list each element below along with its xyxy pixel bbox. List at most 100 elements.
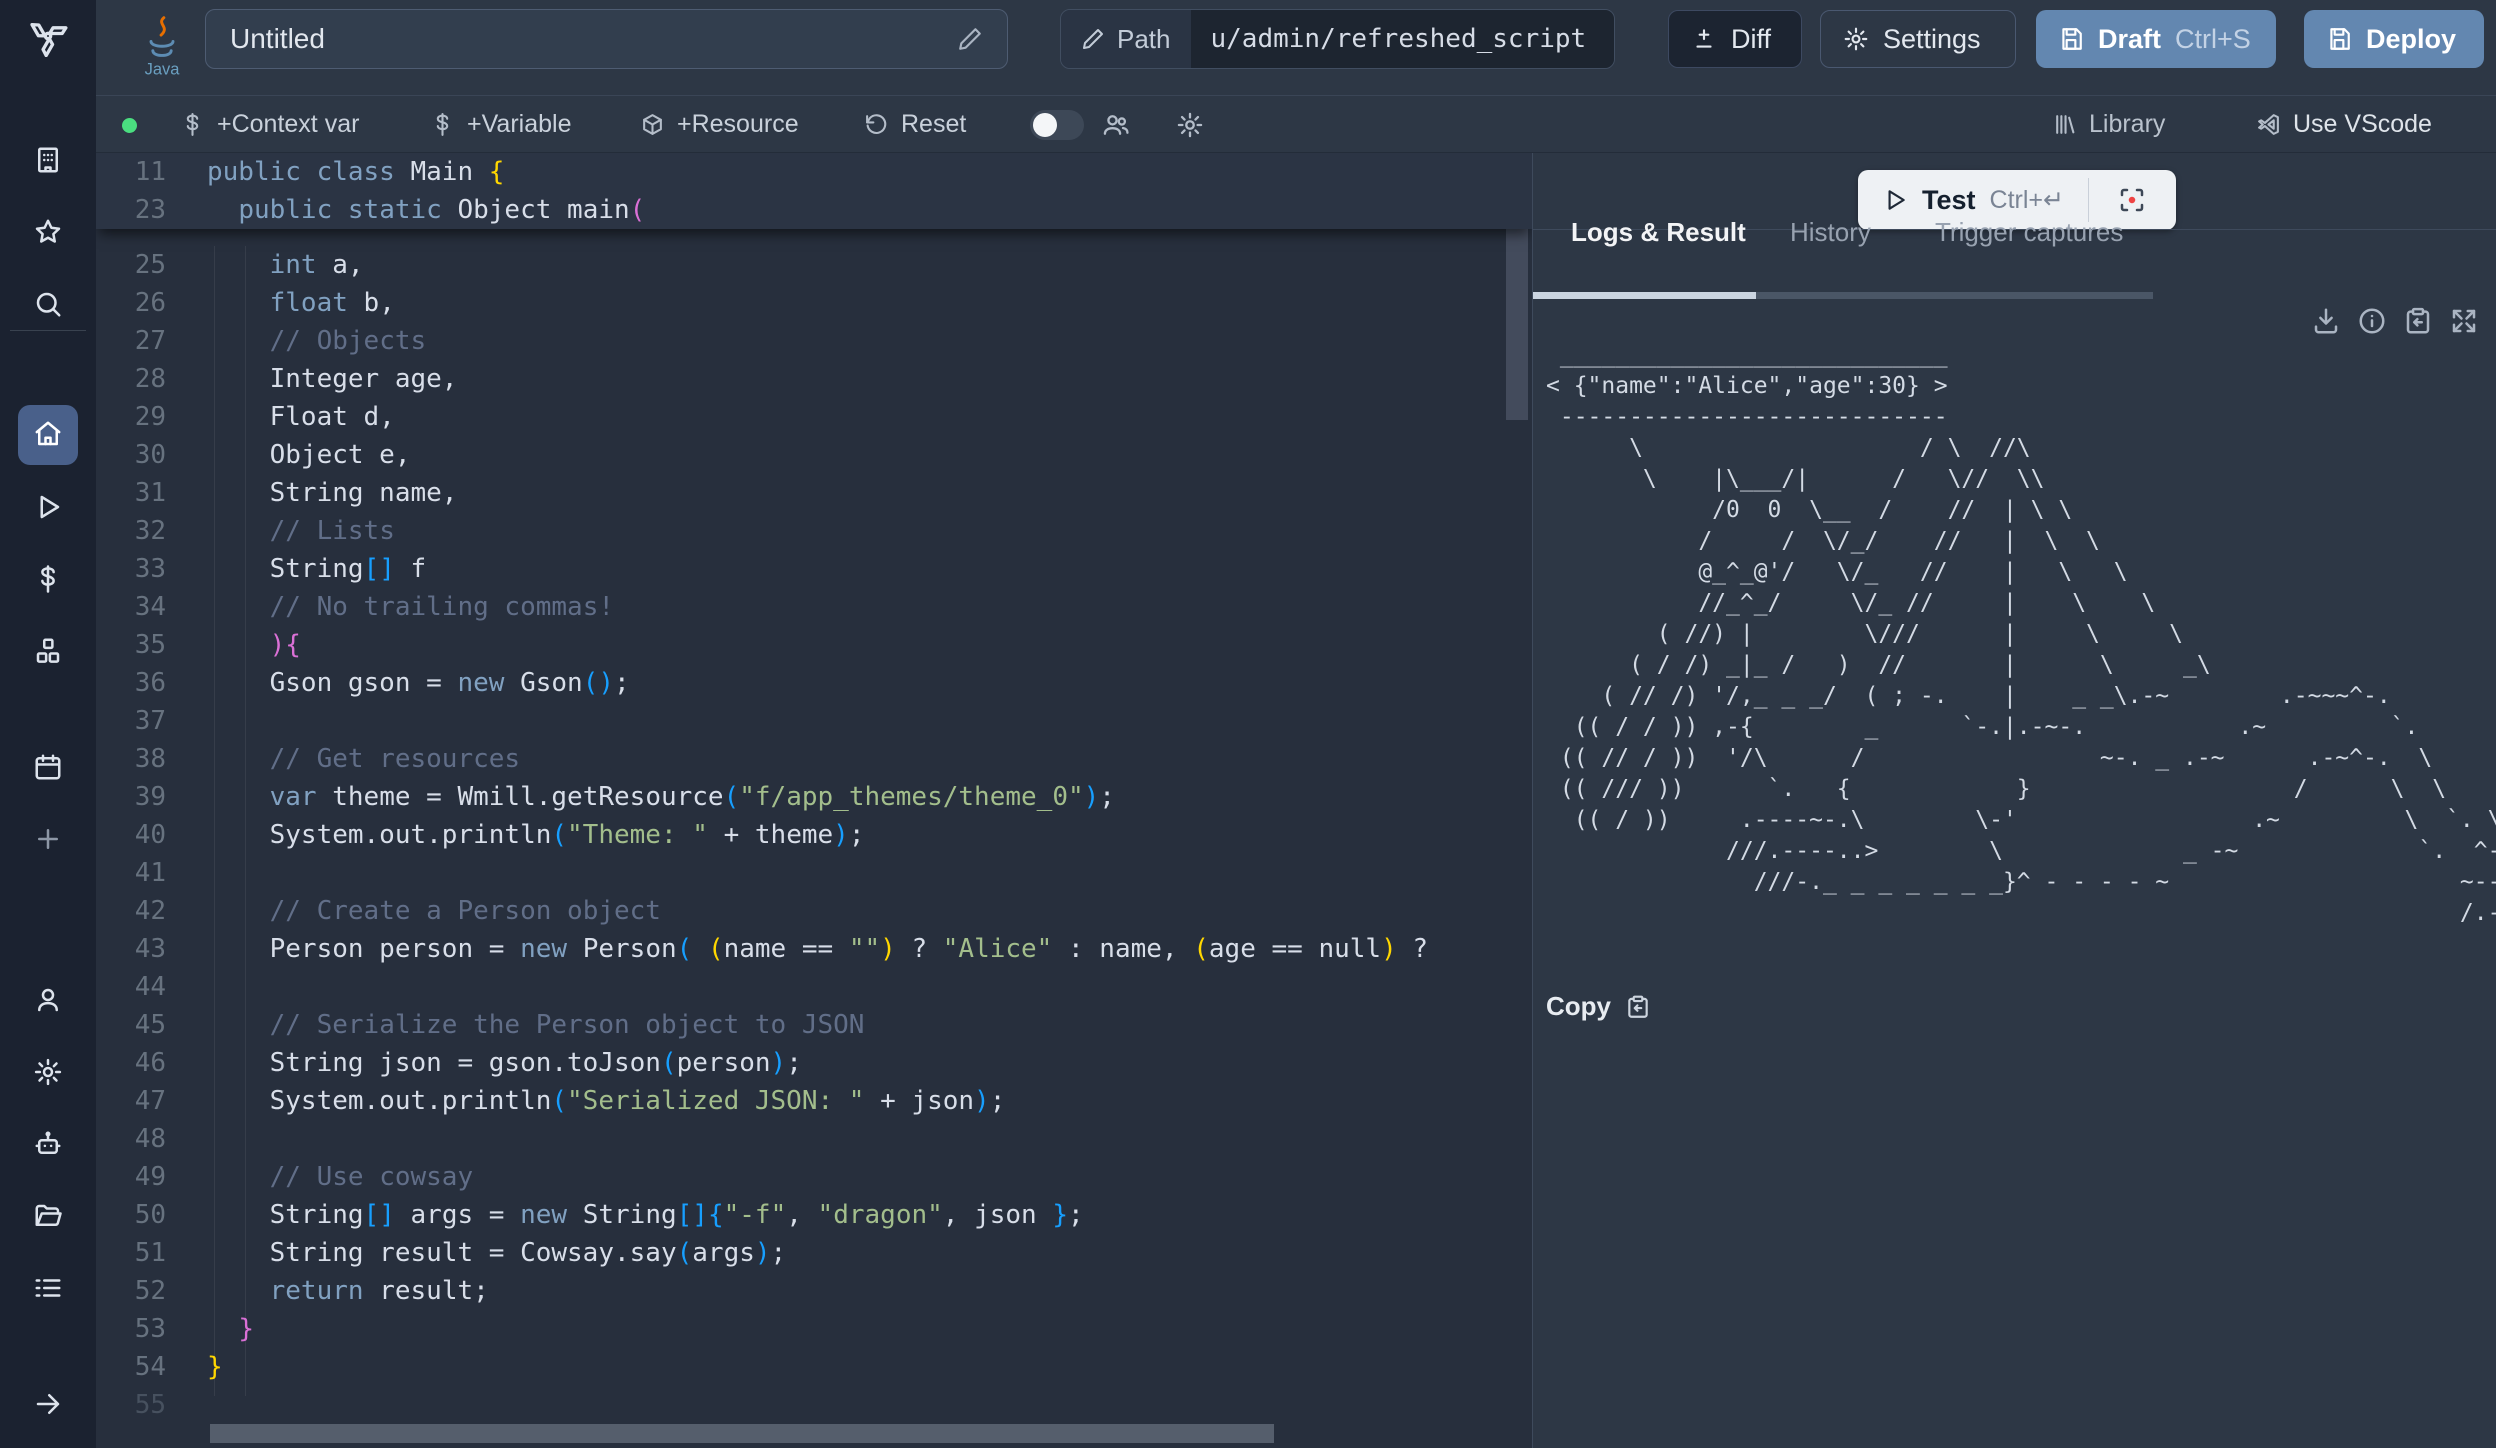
sidebar-item-runs-icon[interactable] xyxy=(28,487,68,527)
code-line: 41 xyxy=(96,854,1532,892)
tab-history[interactable]: History xyxy=(1790,217,1871,248)
copy-result-button[interactable]: Copy xyxy=(1546,991,1651,1022)
sidebar-item-logs-icon[interactable] xyxy=(28,1268,68,1308)
code-line: 32 // Lists xyxy=(96,512,1532,550)
sidebar-item-users-icon[interactable] xyxy=(28,980,68,1020)
code-line: 48 xyxy=(96,1120,1532,1158)
code-line: 46 String json = gson.toJson(person); xyxy=(96,1044,1532,1082)
sidebar-expand-arrow-icon[interactable] xyxy=(28,1384,68,1424)
library-button[interactable]: Library xyxy=(2052,96,2165,153)
code-line: 52 return result; xyxy=(96,1272,1532,1310)
download-result-icon[interactable] xyxy=(2311,306,2341,336)
code-line: 11public class Main { xyxy=(96,153,1532,191)
windmill-logo-icon[interactable] xyxy=(28,16,68,56)
test-shortcut: Ctrl+↵ xyxy=(1990,185,2064,215)
search-icon[interactable] xyxy=(28,284,68,324)
editor-horizontal-scrollbar[interactable] xyxy=(210,1424,1274,1443)
tab-bar-track xyxy=(1756,292,2153,299)
code-line: 31 String name, xyxy=(96,474,1532,512)
reset-label: Reset xyxy=(901,110,966,139)
use-vscode-button[interactable]: Use VScode xyxy=(2256,96,2432,153)
tab-logs-result[interactable]: Logs & Result xyxy=(1571,217,1746,248)
sidebar-item-resources-icon[interactable] xyxy=(28,631,68,671)
settings-label: Settings xyxy=(1883,24,1981,55)
library-label: Library xyxy=(2089,110,2165,139)
draft-button[interactable]: Draft Ctrl+S xyxy=(2036,10,2276,68)
path-edit-button[interactable]: Path xyxy=(1061,10,1191,68)
copy-label: Copy xyxy=(1546,991,1611,1022)
code-line: 29 Float d, xyxy=(96,398,1532,436)
sidebar xyxy=(0,0,96,1448)
sidebar-item-home[interactable] xyxy=(18,405,78,465)
multiplayer-users-icon[interactable] xyxy=(1102,96,1130,153)
code-line: 54} xyxy=(96,1348,1532,1386)
workspace-icon[interactable] xyxy=(28,140,68,180)
editor-toolbar: +Context var +Variable +Resource Reset L… xyxy=(96,96,2496,153)
edit-title-pencil-icon[interactable] xyxy=(957,26,983,52)
sidebar-add-icon[interactable] xyxy=(28,819,68,859)
code-line: 49 // Use cowsay xyxy=(96,1158,1532,1196)
add-variable-button[interactable]: +Variable xyxy=(430,96,571,153)
deploy-button[interactable]: Deploy xyxy=(2304,10,2484,68)
diff-button[interactable]: Diff xyxy=(1668,10,1802,68)
copy-clipboard-icon xyxy=(1625,994,1651,1020)
code-line: 39 var theme = Wmill.getResource("f/app_… xyxy=(96,778,1532,816)
code-line: 51 String result = Cowsay.say(args); xyxy=(96,1234,1532,1272)
code-line: 38 // Get resources xyxy=(96,740,1532,778)
draft-shortcut: Ctrl+S xyxy=(2175,24,2251,55)
sidebar-item-settings-icon[interactable] xyxy=(28,1052,68,1092)
draft-label: Draft xyxy=(2098,24,2161,55)
path-input[interactable]: u/admin/refreshed_script xyxy=(1191,10,1614,68)
topbar: Java Untitled Path u/admin/refreshed_scr… xyxy=(96,0,2496,96)
code-line: 25 int a, xyxy=(96,246,1532,284)
code-line: 37 xyxy=(96,702,1532,740)
reset-button[interactable]: Reset xyxy=(864,96,966,153)
code-line: 23 public static Object main( xyxy=(96,191,1532,229)
use-vscode-label: Use VScode xyxy=(2293,110,2432,139)
path-label: Path xyxy=(1117,24,1171,55)
editor-settings-gear-icon[interactable] xyxy=(1176,96,1204,153)
script-title-input[interactable]: Untitled xyxy=(205,9,1008,69)
sidebar-item-folders-icon[interactable] xyxy=(28,1196,68,1236)
expand-result-icon[interactable] xyxy=(2449,306,2479,336)
code-line: 45 // Serialize the Person object to JSO… xyxy=(96,1006,1532,1044)
code-line: 30 Object e, xyxy=(96,436,1532,474)
diff-label: Diff xyxy=(1731,24,1771,55)
code-line: 55 xyxy=(96,1386,1532,1424)
script-title-value: Untitled xyxy=(230,23,325,55)
diff-mode-toggle[interactable] xyxy=(1030,110,1084,140)
path-value: u/admin/refreshed_script xyxy=(1211,24,1587,54)
test-label: Test xyxy=(1922,185,1976,216)
sidebar-divider xyxy=(10,330,86,331)
code-line: 44 xyxy=(96,968,1532,1006)
status-dot xyxy=(122,118,137,133)
deploy-label: Deploy xyxy=(2366,24,2456,55)
code-editor[interactable]: 25 int a,26 float b,27 // Objects28 Inte… xyxy=(96,153,1532,1448)
sidebar-item-workers-icon[interactable] xyxy=(28,1124,68,1164)
java-language-icon: Java xyxy=(140,14,184,80)
code-line: 42 // Create a Person object xyxy=(96,892,1532,930)
result-info-icon[interactable] xyxy=(2357,306,2387,336)
tab-trigger-captures[interactable]: Trigger captures xyxy=(1935,217,2123,248)
active-tab-indicator xyxy=(1533,292,1756,299)
test-result-panel: Test Ctrl+↵ Logs & Result History Trigge… xyxy=(1532,153,2496,1448)
code-line: 47 System.out.println("Serialized JSON: … xyxy=(96,1082,1532,1120)
code-line: 43 Person person = new Person( (name == … xyxy=(96,930,1532,968)
code-line: 36 Gson gson = new Gson(); xyxy=(96,664,1532,702)
add-context-var-button[interactable]: +Context var xyxy=(180,96,359,153)
settings-button[interactable]: Settings xyxy=(1820,10,2016,68)
svg-text:Java: Java xyxy=(145,61,181,79)
path-group: Path u/admin/refreshed_script xyxy=(1060,9,1615,69)
code-line: 50 String[] args = new String[]{"-f", "d… xyxy=(96,1196,1532,1234)
code-line: 34 // No trailing commas! xyxy=(96,588,1532,626)
code-line: 28 Integer age, xyxy=(96,360,1532,398)
favorites-star-icon[interactable] xyxy=(28,212,68,252)
sidebar-item-variables-icon[interactable] xyxy=(28,559,68,599)
sidebar-item-schedules-icon[interactable] xyxy=(28,747,68,787)
cowsay-output: ____________________________ < {"name":"… xyxy=(1546,340,2496,980)
add-context-var-label: +Context var xyxy=(217,110,359,139)
code-line: 35 ){ xyxy=(96,626,1532,664)
copy-result-clipboard-icon[interactable] xyxy=(2403,306,2433,336)
add-variable-label: +Variable xyxy=(467,110,571,139)
add-resource-button[interactable]: +Resource xyxy=(640,96,799,153)
